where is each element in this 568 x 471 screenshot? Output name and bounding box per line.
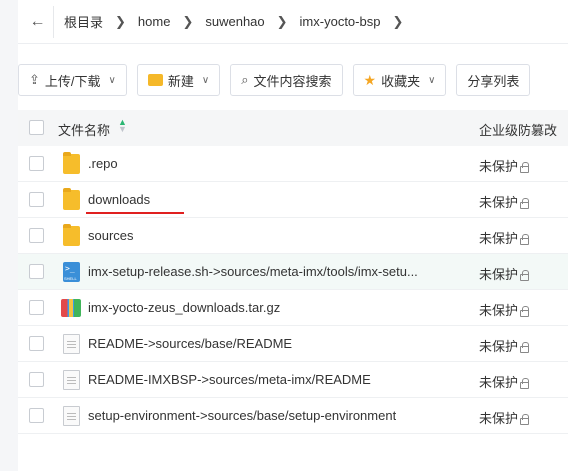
file-name[interactable]: imx-setup-release.sh->sources/meta-imx/t… <box>88 264 418 279</box>
breadcrumb-item-current[interactable]: imx-yocto-bsp ❯ <box>300 14 404 30</box>
protection-status[interactable]: 未保护 <box>479 156 530 175</box>
protection-label: 未保护 <box>479 159 519 174</box>
table-row[interactable]: imx-yocto-zeus_downloads.tar.gz 未保护 <box>18 290 568 326</box>
protection-status[interactable]: 未保护 <box>479 264 530 283</box>
star-icon: ★ <box>363 71 377 88</box>
file-manager-panel: ← 根目录 ❯ home ❯ suwenhao ❯ imx-yocto-bsp … <box>18 0 568 471</box>
sort-icon[interactable]: ▲ ▼ <box>118 118 127 134</box>
folder-icon <box>63 188 80 210</box>
lock-icon <box>520 306 530 317</box>
lock-icon <box>520 270 530 281</box>
lock-icon <box>520 414 530 425</box>
row-checkbox[interactable] <box>29 156 44 171</box>
table-row[interactable]: sources 未保护 <box>18 218 568 254</box>
chevron-right-icon: ❯ <box>182 13 194 29</box>
shell-script-icon <box>63 262 80 282</box>
toolbar: ⇪ 上传/下载 ∨ 新建 ∨ ⌕ 文件内容搜索 ★ 收藏夹 ∨ 分享列表 <box>18 64 540 96</box>
folder-icon <box>63 224 80 246</box>
table-row[interactable]: setup-environment->sources/base/setup-en… <box>18 398 568 434</box>
table-row[interactable]: README->sources/base/README 未保护 <box>18 326 568 362</box>
chevron-right-icon: ❯ <box>392 13 404 29</box>
content-search-button[interactable]: ⌕ 文件内容搜索 <box>230 64 343 96</box>
chevron-down-icon: ∨ <box>428 74 436 86</box>
row-checkbox[interactable] <box>29 372 44 387</box>
select-all-checkbox[interactable] <box>29 120 44 135</box>
protection-label: 未保护 <box>479 303 519 318</box>
protection-status[interactable]: 未保护 <box>479 372 530 391</box>
column-header-name[interactable]: 文件名称 <box>58 120 110 139</box>
row-checkbox[interactable] <box>29 300 44 315</box>
chevron-right-icon: ❯ <box>276 13 288 29</box>
file-name[interactable]: imx-yocto-zeus_downloads.tar.gz <box>88 300 280 315</box>
breadcrumb-label[interactable]: 根目录 <box>64 12 103 31</box>
file-name[interactable]: .repo <box>88 156 118 171</box>
search-icon: ⌕ <box>241 72 249 87</box>
arrow-left-icon: ← <box>29 12 46 30</box>
document-icon <box>63 334 80 354</box>
file-name[interactable]: downloads <box>88 192 150 207</box>
new-label: 新建 <box>167 73 194 89</box>
file-name[interactable]: README->sources/base/README <box>88 336 292 351</box>
folder-icon <box>63 152 80 174</box>
protection-status[interactable]: 未保护 <box>479 300 530 319</box>
protection-label: 未保护 <box>479 339 519 354</box>
protection-label: 未保护 <box>479 267 519 282</box>
file-name[interactable]: sources <box>88 228 134 243</box>
breadcrumb-item-home[interactable]: home ❯ <box>138 14 193 30</box>
file-name[interactable]: README-IMXBSP->sources/meta-imx/README <box>88 372 371 387</box>
protection-label: 未保护 <box>479 231 519 246</box>
table-row[interactable]: .repo 未保护 <box>18 146 568 182</box>
row-checkbox[interactable] <box>29 408 44 423</box>
upload-download-button[interactable]: ⇪ 上传/下载 ∨ <box>18 64 127 96</box>
favorites-button[interactable]: ★ 收藏夹 ∨ <box>352 64 447 96</box>
new-button[interactable]: 新建 ∨ <box>136 64 221 96</box>
document-icon <box>63 370 80 390</box>
protection-status[interactable]: 未保护 <box>479 228 530 247</box>
file-name[interactable]: setup-environment->sources/base/setup-en… <box>88 408 396 423</box>
share-list-button[interactable]: 分享列表 <box>456 64 531 96</box>
row-checkbox[interactable] <box>29 192 44 207</box>
breadcrumb-label[interactable]: suwenhao <box>205 14 264 29</box>
lock-icon <box>520 198 530 209</box>
lock-icon <box>520 378 530 389</box>
table-row[interactable]: imx-setup-release.sh->sources/meta-imx/t… <box>18 254 568 290</box>
chevron-down-icon: ∨ <box>108 74 116 86</box>
content-search-label: 文件内容搜索 <box>253 73 332 89</box>
protection-status[interactable]: 未保护 <box>479 336 530 355</box>
chevron-right-icon: ❯ <box>115 13 126 29</box>
back-button[interactable]: ← <box>22 5 54 38</box>
protection-status[interactable]: 未保护 <box>479 192 530 211</box>
column-header-permission[interactable]: 企业级防篡改 <box>479 120 557 139</box>
breadcrumb: ← 根目录 ❯ home ❯ suwenhao ❯ imx-yocto-bsp … <box>18 0 568 44</box>
row-checkbox[interactable] <box>29 228 44 243</box>
lock-icon <box>520 234 530 245</box>
favorites-label: 收藏夹 <box>381 73 421 89</box>
table-row[interactable]: README-IMXBSP->sources/meta-imx/README 未保… <box>18 362 568 398</box>
lock-icon <box>520 162 530 173</box>
chevron-down-icon: ∨ <box>201 74 210 86</box>
protection-status[interactable]: 未保护 <box>479 408 530 427</box>
annotation-underline <box>86 212 184 214</box>
upload-icon: ⇪ <box>29 72 40 87</box>
breadcrumb-item-root[interactable]: 根目录 ❯ <box>64 12 126 31</box>
archive-icon <box>61 299 81 317</box>
table-header: 文件名称 ▲ ▼ 企业级防篡改 <box>18 110 568 146</box>
upload-download-label: 上传/下载 <box>44 73 101 89</box>
protection-label: 未保护 <box>479 411 519 426</box>
protection-label: 未保护 <box>479 195 519 210</box>
folder-plus-icon <box>147 74 163 86</box>
document-icon <box>63 406 80 426</box>
share-list-label: 分享列表 <box>467 73 520 89</box>
breadcrumb-label[interactable]: imx-yocto-bsp <box>300 14 381 29</box>
breadcrumb-label[interactable]: home <box>138 14 171 29</box>
row-checkbox[interactable] <box>29 264 44 279</box>
lock-icon <box>520 342 530 353</box>
breadcrumb-item-user[interactable]: suwenhao ❯ <box>205 14 287 30</box>
protection-label: 未保护 <box>479 375 519 390</box>
row-checkbox[interactable] <box>29 336 44 351</box>
